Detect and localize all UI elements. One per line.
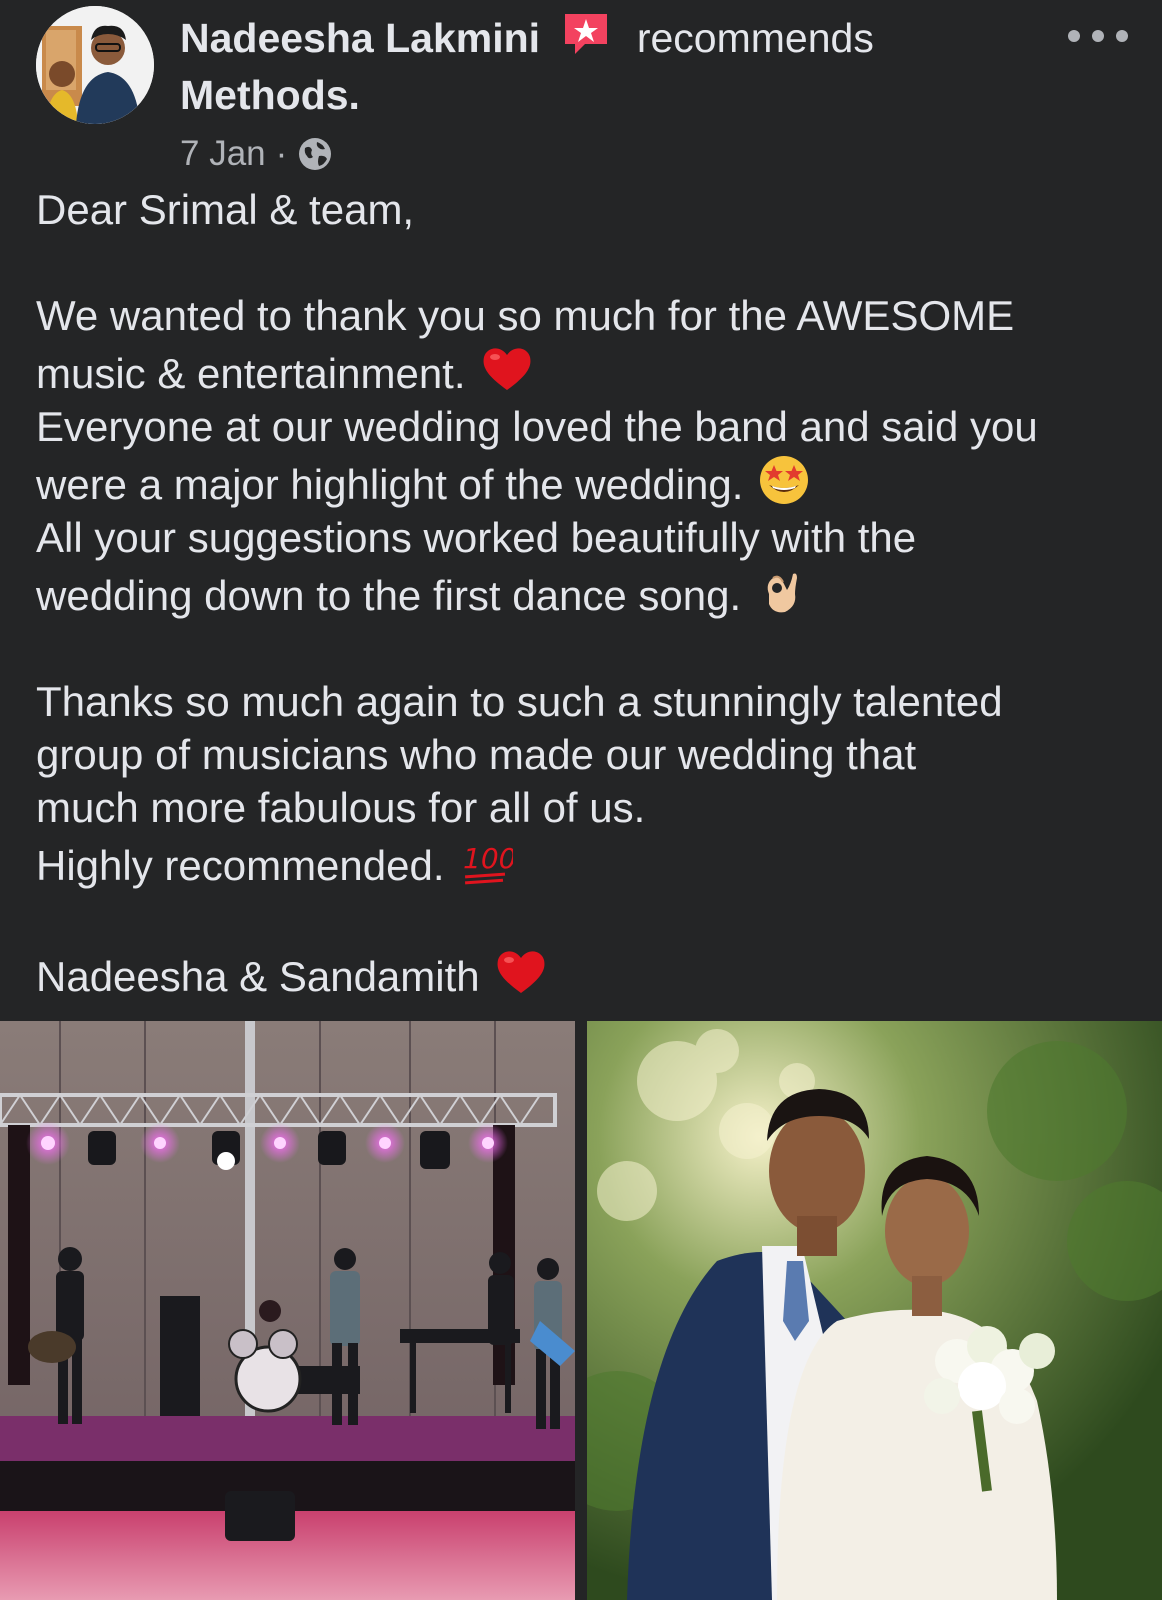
couple-photo[interactable] xyxy=(587,1021,1162,1600)
body-line: We wanted to thank you so much for the A… xyxy=(36,292,1015,339)
page-name[interactable]: Methods. xyxy=(180,70,360,120)
body-line: wedding down to the first dance song. xyxy=(36,564,1146,622)
post-date[interactable]: 7 Jan xyxy=(180,132,266,176)
meta-separator: · xyxy=(275,134,288,173)
ok-hand-icon xyxy=(767,573,798,613)
body-line: were a major highlight of the wedding. xyxy=(36,453,1146,511)
author-name[interactable]: Nadeesha Lakmini xyxy=(180,15,540,61)
post-body: Dear Srimal & team, We wanted to thank y… xyxy=(36,183,1146,1003)
star-struck-icon xyxy=(760,456,809,504)
red-heart-icon xyxy=(497,951,545,993)
more-horizontal-icon[interactable] xyxy=(1068,22,1128,50)
hundred-points-icon: 100 xyxy=(463,842,513,885)
post-meta: 7 Jan · xyxy=(180,132,333,176)
body-line: Highly recommended. 100 xyxy=(36,834,1146,892)
body-line: music & entertainment. xyxy=(36,342,1146,400)
body-line: Everyone at our wedding loved the band a… xyxy=(36,403,1038,450)
recommend-star-icon xyxy=(561,10,611,58)
globe-icon xyxy=(299,138,332,170)
action-text: recommends xyxy=(636,15,874,61)
red-heart-icon xyxy=(483,348,530,390)
signature-line: Nadeesha & Sandamith xyxy=(36,945,1146,1003)
photo-grid xyxy=(0,1021,1162,1600)
body-line: All your suggestions worked beautifully … xyxy=(36,514,917,561)
band-stage-photo[interactable] xyxy=(0,1021,575,1600)
greeting-line: Dear Srimal & team, xyxy=(36,186,415,233)
body-line: much more fabulous for all of us. xyxy=(36,784,646,831)
author-avatar[interactable] xyxy=(36,6,154,124)
body-line: group of musicians who made our wedding … xyxy=(36,731,917,778)
svg-text:100: 100 xyxy=(463,842,513,875)
body-line: Thanks so much again to such a stunningl… xyxy=(36,678,1003,725)
post-header: Nadeesha Lakmini recommends xyxy=(180,10,874,63)
